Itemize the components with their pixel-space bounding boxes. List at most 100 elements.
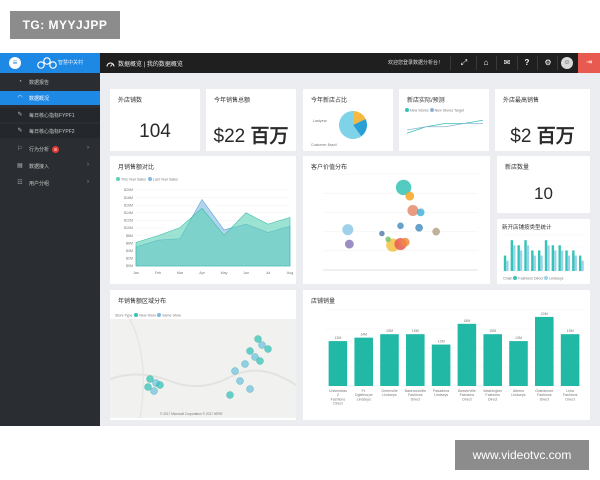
scatter-point (405, 191, 415, 201)
sidebar-item-report[interactable]: ◔ 数据报告 (0, 75, 100, 89)
map-credit: © 2017 Microsoft Corporation © 2017 HERE (160, 412, 223, 416)
chevron-right-icon: › (87, 179, 89, 185)
kpi-value: $22 百万 (206, 121, 296, 148)
new-store-type-card[interactable]: 新开店铺按类型统计 Chain Fashions Direct Lindseys (497, 219, 590, 284)
map-marker (150, 387, 158, 395)
sidebar-item-behavior[interactable]: ⚐ 行为分析 8 › (0, 142, 100, 156)
scatter-point (385, 236, 391, 243)
users-icon: ☷ (17, 180, 23, 186)
mail-icon[interactable]: ✉ (497, 53, 517, 73)
x-tick-label: Jul (266, 271, 271, 275)
home-icon[interactable]: ⌂ (476, 53, 496, 73)
map-marker (258, 341, 266, 349)
x-tick-label: Jun (243, 271, 249, 275)
data-label: 13M (334, 336, 341, 340)
x-tick-label: Direct (565, 397, 574, 401)
user-avatar-icon[interactable]: ☺ (561, 57, 573, 69)
bar-mark (544, 240, 548, 271)
kpi-card-sales-amount[interactable]: 今年销售总额 $22 百万 (206, 89, 296, 151)
sidebar-item-label: 每日核心指标FYPF1 (29, 113, 75, 119)
overview-icon: ◠ (17, 95, 23, 101)
sales-compare-area-chart: $20M$18M$16M$14M$12M$10M$8M$6M$4M$2M$0MJ… (124, 188, 293, 275)
kpi-card-new-store-count[interactable]: 新店数量 10 (497, 156, 590, 213)
breadcrumb: 数据概览 | 我的数据概览 (106, 59, 183, 68)
data-label: 13M (515, 336, 522, 340)
legend-label: New Stores Target (434, 108, 465, 113)
pie-label: Lastyear (313, 119, 327, 123)
legend-label: Fashions Direct (518, 276, 544, 281)
x-tick-label: Apr (199, 271, 205, 275)
y-tick-label: $0M (126, 264, 133, 268)
menu-toggle-icon[interactable]: ≡ (9, 57, 21, 69)
sidebar-item-label: 行为分析 (29, 147, 50, 153)
bar-mark (560, 250, 564, 271)
pin-icon: ✎ (17, 112, 23, 118)
sidebar-item-fypf1[interactable]: ✎ 每日核心指标FYPF1 (0, 108, 100, 122)
bar-mark (519, 250, 523, 271)
kpi-value: 10 (534, 184, 553, 203)
scatter-point (432, 227, 440, 236)
fullscreen-icon[interactable]: ⤢ (454, 53, 474, 73)
legend-label: New Store (139, 313, 157, 318)
x-tick-label: Direct (462, 397, 471, 401)
bar-mark (517, 245, 520, 271)
customer-dist-card[interactable]: 客户价值分布 (303, 156, 490, 284)
kpi-card-new-store-ratio[interactable]: 今年新店占比 Lastyear Customer Brazil (303, 89, 393, 151)
legend-label: Lindseys (549, 276, 564, 281)
sales-compare-card[interactable]: 月销售额对比 This Year Sales Last Year Sales $… (110, 156, 296, 284)
data-label: 18M (463, 319, 470, 323)
kpi-card-actual-target[interactable]: 新店实际/预测 New Stores New Stores Target (399, 89, 489, 151)
behavior-icon: ⚐ (17, 146, 23, 152)
sidebar-item-fypf2[interactable]: ✎ 每日核心指标FYPF2 (0, 124, 100, 138)
x-tick-label: May (221, 271, 228, 275)
bar-mark (406, 334, 425, 386)
y-tick-label: $8M (126, 234, 133, 238)
scatter-point (379, 230, 385, 237)
chevron-right-icon: › (87, 162, 89, 168)
y-tick-label: $6M (126, 241, 133, 245)
kpi-card-max-sales[interactable]: 外店最高销售 $2 百万 (495, 89, 590, 151)
x-tick-label: Feb (155, 271, 161, 275)
map-marker (254, 335, 262, 343)
store-sales-card[interactable]: 店铺销量 13M Universitas 2 Fashions Direct 14M Ft.… (303, 290, 590, 420)
chart-legend: Chain Fashions Direct Lindseys (503, 276, 564, 281)
watermark-bottom: www.videotvc.com (455, 440, 589, 470)
scatter-point (416, 208, 425, 217)
region-dist-card[interactable]: 年销售额区域分布 Store Type New Store Same Store… (110, 290, 296, 420)
x-tick-label: Direct (411, 397, 420, 401)
chart-legend: New Stores New Stores Target (405, 108, 464, 113)
kpi-card-store-count[interactable]: 外店铺数 104 (110, 89, 200, 151)
bar-mark (581, 260, 584, 271)
y-tick-label: $2M (126, 257, 133, 261)
sidebar-item-label: 用户分组 (29, 181, 50, 187)
breadcrumb-text[interactable]: 数据概览 | 我的数据概览 (118, 62, 183, 68)
kpi-value-unit: 百万 (536, 126, 575, 147)
logout-icon[interactable]: ⇥ (578, 53, 600, 73)
legend-dot (405, 108, 409, 112)
data-label: 20M (541, 312, 548, 316)
bar-mark (551, 245, 555, 271)
legend-label: Last Year Sales (152, 177, 178, 182)
sidebar-item-data[interactable]: ▤ 数据接入 › (0, 159, 100, 173)
kpi-value: $2 百万 (495, 121, 590, 148)
map-marker (256, 357, 264, 365)
sidebar-item-overview[interactable]: ◠ 数据概况 (0, 91, 100, 105)
region-map[interactable] (110, 319, 296, 418)
settings-icon[interactable]: ⚙ (538, 53, 558, 73)
help-icon[interactable]: ? (517, 53, 537, 73)
report-icon: ◔ (18, 79, 22, 85)
bar-mark (560, 334, 580, 386)
data-label: 15M (567, 329, 574, 333)
scatter-point (400, 237, 410, 247)
map-marker (144, 383, 152, 391)
card-title: 外店铺数 (118, 98, 143, 104)
x-tick-label: Lindseys (357, 397, 371, 401)
sidebar-item-users[interactable]: ☷ 用户分组 › (0, 176, 100, 190)
kpi-value-number: $22 (213, 126, 246, 147)
map-marker (246, 385, 254, 393)
sidebar-item-label: 数据报告 (29, 80, 50, 86)
bar-mark (554, 250, 557, 271)
bar-mark (572, 250, 575, 271)
watermark-top: TG: MYYJJPP (10, 11, 120, 39)
x-tick-label: Lindseys (434, 393, 448, 397)
